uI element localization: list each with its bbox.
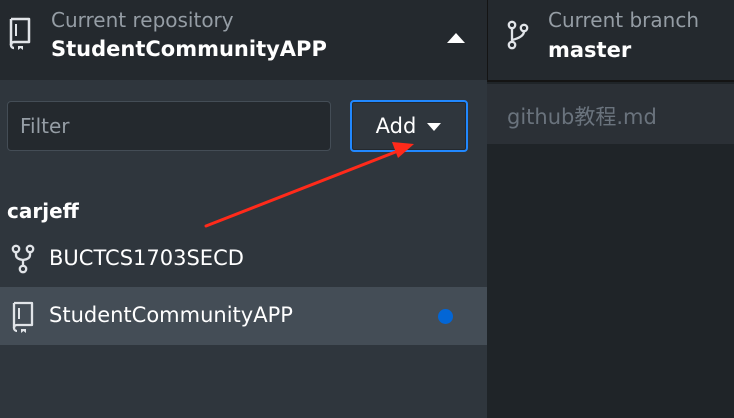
- changed-file-row[interactable]: github教程.md: [487, 84, 734, 144]
- repository-group-owner: carjeff: [7, 199, 79, 223]
- repository-item-label: StudentCommunityAPP: [49, 303, 293, 327]
- current-branch-label: Current branch: [548, 8, 699, 32]
- current-repository-name: StudentCommunityAPP: [51, 37, 327, 61]
- caret-down-icon: [426, 117, 442, 136]
- repository-panel: Current repository StudentCommunityAPP A…: [0, 0, 487, 418]
- repository-list-item[interactable]: BUCTCS1703SECD: [0, 230, 487, 288]
- current-branch-header[interactable]: Current branch master: [487, 0, 734, 82]
- repo-forked-icon: [10, 244, 36, 278]
- filter-input[interactable]: [7, 101, 331, 151]
- current-repository-header[interactable]: Current repository StudentCommunityAPP: [0, 0, 487, 80]
- repo-book-icon: [6, 16, 34, 54]
- repository-item-label: BUCTCS1703SECD: [49, 246, 244, 270]
- uncommitted-changes-indicator: [438, 309, 453, 324]
- changed-file-name: github教程.md: [507, 105, 657, 129]
- repo-book-icon: [10, 301, 36, 337]
- add-button-label: Add: [375, 114, 417, 138]
- repository-list-item-selected[interactable]: StudentCommunityAPP: [0, 287, 487, 345]
- branch-panel: Current branch master github教程.md: [487, 0, 734, 418]
- current-repository-label: Current repository: [51, 8, 234, 32]
- current-branch-name: master: [548, 38, 632, 62]
- app-window: Current repository StudentCommunityAPP A…: [0, 0, 734, 418]
- triangle-up-icon[interactable]: [446, 29, 466, 48]
- add-button[interactable]: Add: [350, 100, 468, 152]
- git-branch-icon: [507, 20, 529, 54]
